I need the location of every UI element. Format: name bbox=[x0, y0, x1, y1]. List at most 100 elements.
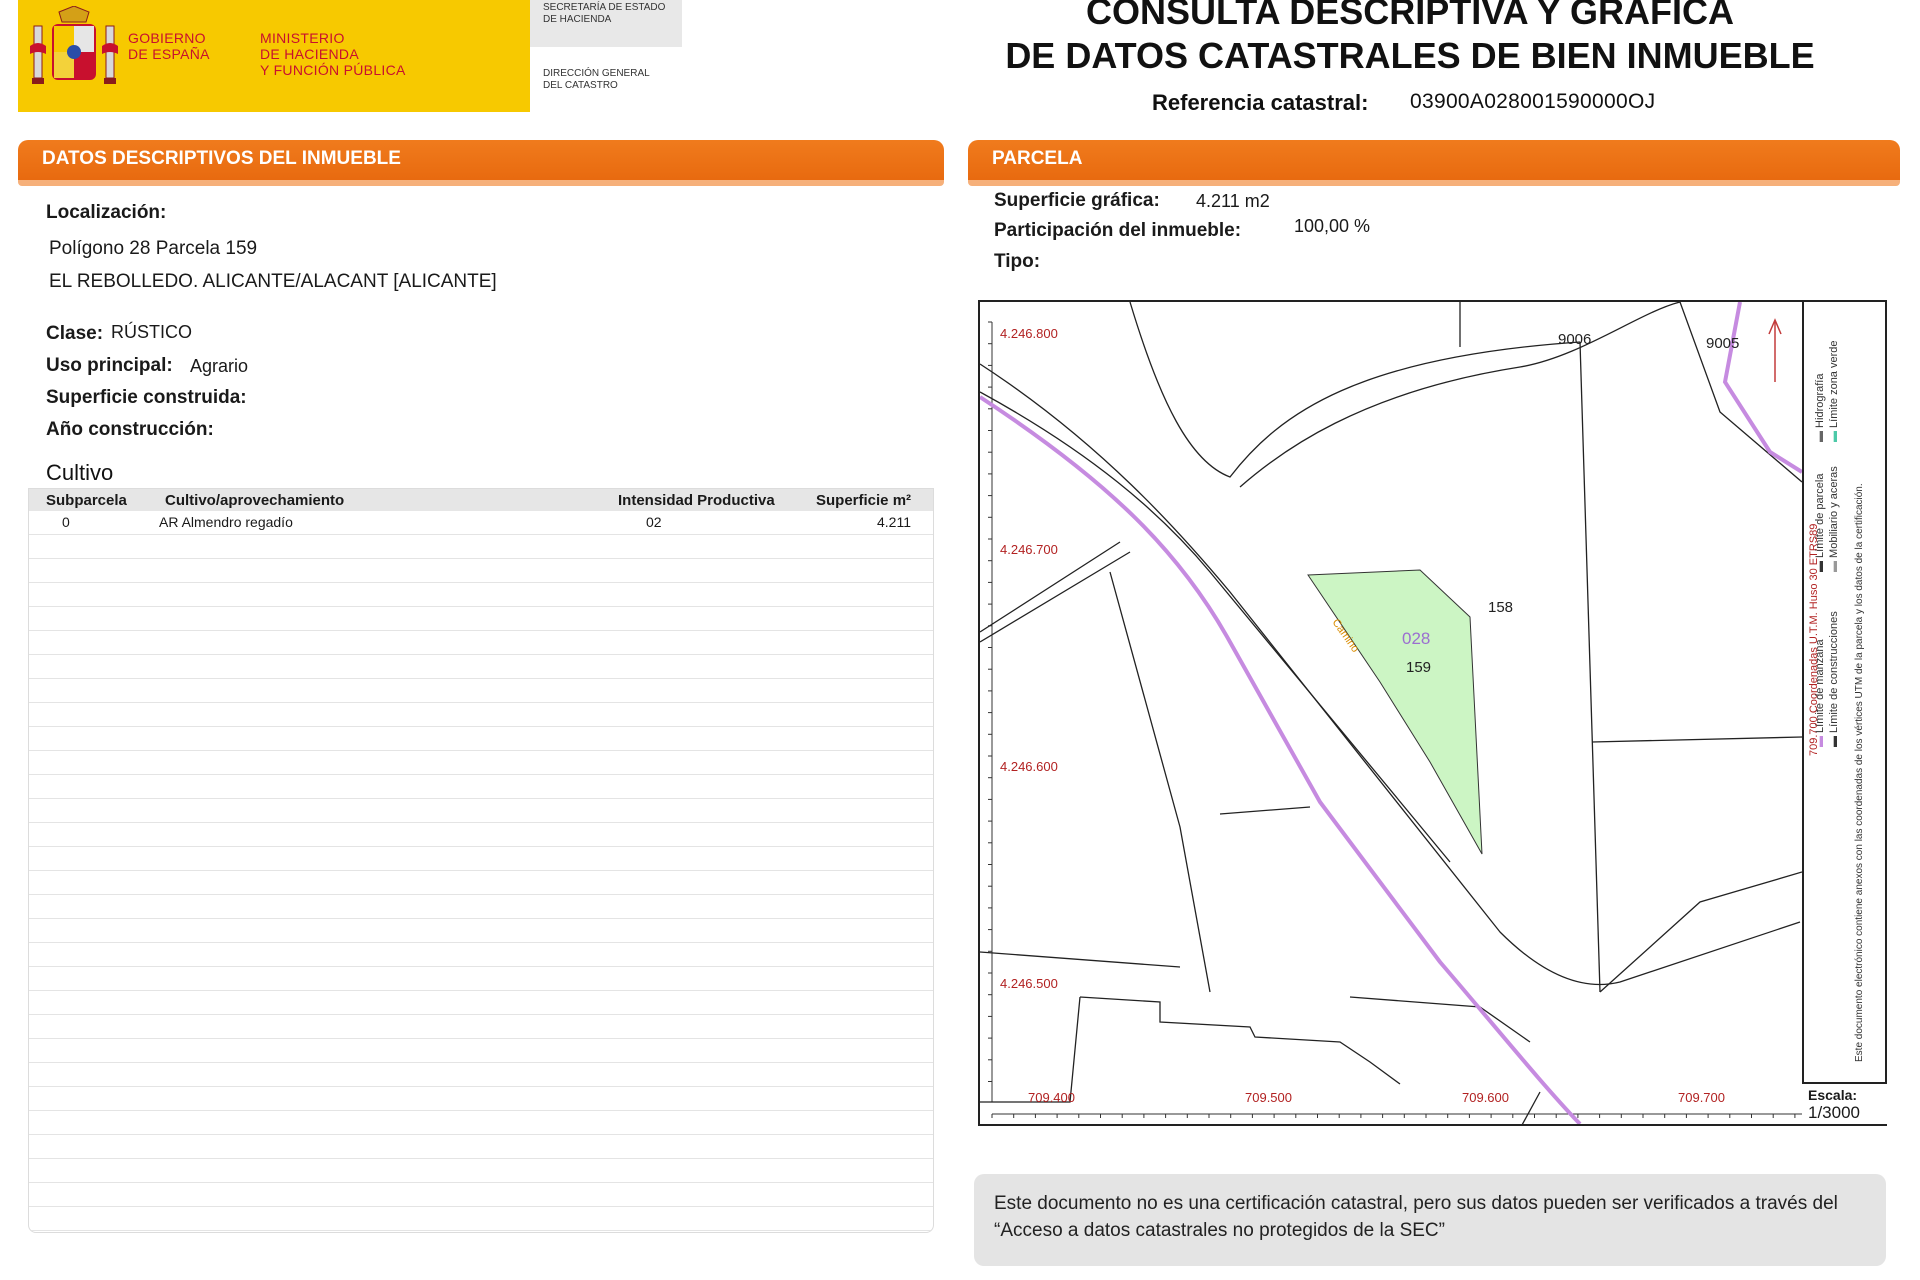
table-row-empty bbox=[29, 655, 933, 679]
cadastral-reference-label: Referencia catastral: bbox=[1152, 90, 1369, 115]
superficie-construida-label: Superficie construida: bbox=[46, 387, 247, 408]
cultivo-table: Subparcela Cultivo/aprovechamiento Inten… bbox=[28, 488, 934, 1233]
table-row-empty bbox=[29, 799, 933, 823]
government-name: Gobierno de España bbox=[128, 30, 210, 62]
legend-text: Mobiliario y aceras bbox=[1828, 466, 1840, 558]
verification-notice: Este documento no es una certificación c… bbox=[974, 1174, 1886, 1266]
localizacion-line2: EL REBOLLEDO. ALICANTE/ALACANT [ALICANTE… bbox=[49, 271, 497, 292]
uso-principal-label: Uso principal: bbox=[46, 355, 173, 376]
table-row-empty bbox=[29, 1015, 933, 1039]
legend-text: Límite de parcela bbox=[1814, 473, 1826, 558]
direccion-line: del Catastro bbox=[543, 80, 618, 91]
empty-rows bbox=[29, 535, 933, 1231]
table-row-empty bbox=[29, 775, 933, 799]
tipo-label: Tipo: bbox=[994, 251, 1041, 272]
parcel-159-area bbox=[1307, 569, 1483, 855]
table-row-empty bbox=[29, 991, 933, 1015]
ministry-name: Ministerio de Hacienda y Función Pública bbox=[260, 30, 406, 78]
column-header: Subparcela bbox=[46, 492, 127, 509]
cell-superficie: 4.211 bbox=[877, 514, 911, 530]
title-line: DE DATOS CATASTRALES DE BIEN INMUEBLE bbox=[1005, 35, 1815, 76]
map-canvas: 4.246.800 4.246.700 4.246.600 4.246.500 … bbox=[980, 302, 1802, 1124]
scale-label: Escala: bbox=[1808, 1087, 1858, 1103]
parcel-label: 158 bbox=[1488, 599, 1513, 616]
table-row-empty bbox=[29, 1039, 933, 1063]
table-row-empty bbox=[29, 703, 933, 727]
y-coordinate-label: 4.246.600 bbox=[1000, 759, 1058, 774]
legend-line: ▬ Límite zona verde bbox=[1828, 340, 1840, 443]
x-coordinate-label: 709.600 bbox=[1462, 1090, 1509, 1105]
table-row-empty bbox=[29, 583, 933, 607]
title-line: CONSULTA DESCRIPTIVA Y GRÁFICA bbox=[1085, 0, 1735, 32]
y-coordinate-label: 4.246.800 bbox=[1000, 326, 1058, 341]
table-row-empty bbox=[29, 1135, 933, 1159]
legend-line: ▬ Límite de construcciones bbox=[1828, 611, 1840, 747]
table-row-empty bbox=[29, 823, 933, 847]
direccion-line: Dirección General bbox=[543, 68, 650, 79]
ministry-line: Ministerio bbox=[260, 30, 345, 46]
superficie-grafica-label: Superficie gráfica: bbox=[994, 190, 1160, 211]
map-legend: 709.700 Coordenadas U.T.M. Huso 30 ETRS8… bbox=[1802, 302, 1887, 1124]
secretaria-line: de Hacienda bbox=[543, 14, 612, 25]
superficie-grafica-value: 4.211 m2 bbox=[1196, 191, 1270, 211]
clase-value: RÚSTICO bbox=[111, 322, 192, 342]
cadastral-map[interactable]: 4.246.800 4.246.700 4.246.600 4.246.500 … bbox=[978, 300, 1887, 1126]
table-row-empty bbox=[29, 919, 933, 943]
ministry-line: y Función Pública bbox=[260, 62, 406, 78]
y-coordinate-label: 4.246.500 bbox=[1000, 976, 1058, 991]
legend-text: Límite de manzana bbox=[1814, 639, 1826, 733]
table-row-empty bbox=[29, 895, 933, 919]
table-row-empty bbox=[29, 607, 933, 631]
x-coordinate-label: 709.500 bbox=[1245, 1090, 1292, 1105]
section-underline bbox=[968, 180, 1900, 186]
parcel-label: 159 bbox=[1406, 659, 1431, 676]
table-row-empty bbox=[29, 847, 933, 871]
x-coordinate-label: 709.400 bbox=[1028, 1090, 1075, 1105]
table-row-empty bbox=[29, 631, 933, 655]
parcela-section-header: PARCELA bbox=[968, 140, 1900, 180]
table-row-empty bbox=[29, 1183, 933, 1207]
direccion-general-text: Dirección General del Catastro bbox=[543, 68, 673, 92]
legend-line: ▬ Hidrografía bbox=[1814, 373, 1826, 442]
legend-line: ▬ Límite de manzana bbox=[1814, 639, 1826, 747]
ministry-line: de Hacienda bbox=[260, 46, 359, 62]
table-row-empty bbox=[29, 1159, 933, 1183]
localizacion-line1: Polígono 28 Parcela 159 bbox=[49, 238, 258, 259]
table-row-empty bbox=[29, 967, 933, 991]
section-underline bbox=[18, 180, 944, 186]
participacion-label: Participación del inmueble: bbox=[994, 220, 1242, 241]
column-header: Cultivo/aprovechamiento bbox=[165, 492, 345, 509]
electronic-note: Este documento electrónico contiene anex… bbox=[1854, 483, 1865, 1062]
legend-line: ▬ Límite de parcela bbox=[1814, 473, 1826, 572]
cell-subparcela: 0 bbox=[62, 514, 70, 530]
cell-intensidad: 02 bbox=[646, 514, 662, 530]
document-title: CONSULTA DESCRIPTIVA Y GRÁFICA DE DATOS … bbox=[990, 0, 1830, 78]
legend-text: Hidrografía bbox=[1814, 373, 1826, 428]
table-row-empty bbox=[29, 1063, 933, 1087]
table-row-empty bbox=[29, 943, 933, 967]
localizacion-label: Localización: bbox=[46, 202, 167, 223]
cadastral-reference-value: 03900A028001590000OJ bbox=[1410, 90, 1656, 113]
parcel-label: 9006 bbox=[1558, 331, 1591, 348]
section-header-strong: INMUEBLE bbox=[301, 148, 401, 169]
coat-of-arms-icon bbox=[30, 6, 118, 84]
inmueble-section-header: DATOS DESCRIPTIVOS DEL INMUEBLE bbox=[18, 140, 944, 180]
table-row-empty bbox=[29, 1111, 933, 1135]
secretaria-line: Secretaría de Estado bbox=[543, 2, 666, 13]
scale-value: 1/3000 bbox=[1808, 1103, 1860, 1122]
anio-construccion-label: Año construcción: bbox=[46, 419, 214, 440]
cultivo-title: Cultivo bbox=[46, 460, 114, 485]
participacion-value: 100,00 % bbox=[1294, 216, 1371, 236]
table-row-empty bbox=[29, 871, 933, 895]
north-arrow-icon bbox=[1768, 318, 1782, 382]
gov-line: de España bbox=[128, 46, 210, 62]
table-row-empty bbox=[29, 1207, 933, 1231]
polygon-label: 028 bbox=[1402, 629, 1430, 648]
gov-line: Gobierno bbox=[128, 30, 206, 46]
legend-text: Límite zona verde bbox=[1828, 340, 1840, 428]
y-coordinate-label: 4.246.700 bbox=[1000, 542, 1058, 557]
section-header-title: PARCELA bbox=[992, 148, 1083, 169]
scale-box: Escala: 1/3000 bbox=[1802, 1082, 1887, 1124]
legend-line: ▬ Mobiliario y aceras bbox=[1828, 466, 1840, 572]
table-row: 0 AR Almendro regadío 02 4.211 bbox=[29, 511, 933, 535]
